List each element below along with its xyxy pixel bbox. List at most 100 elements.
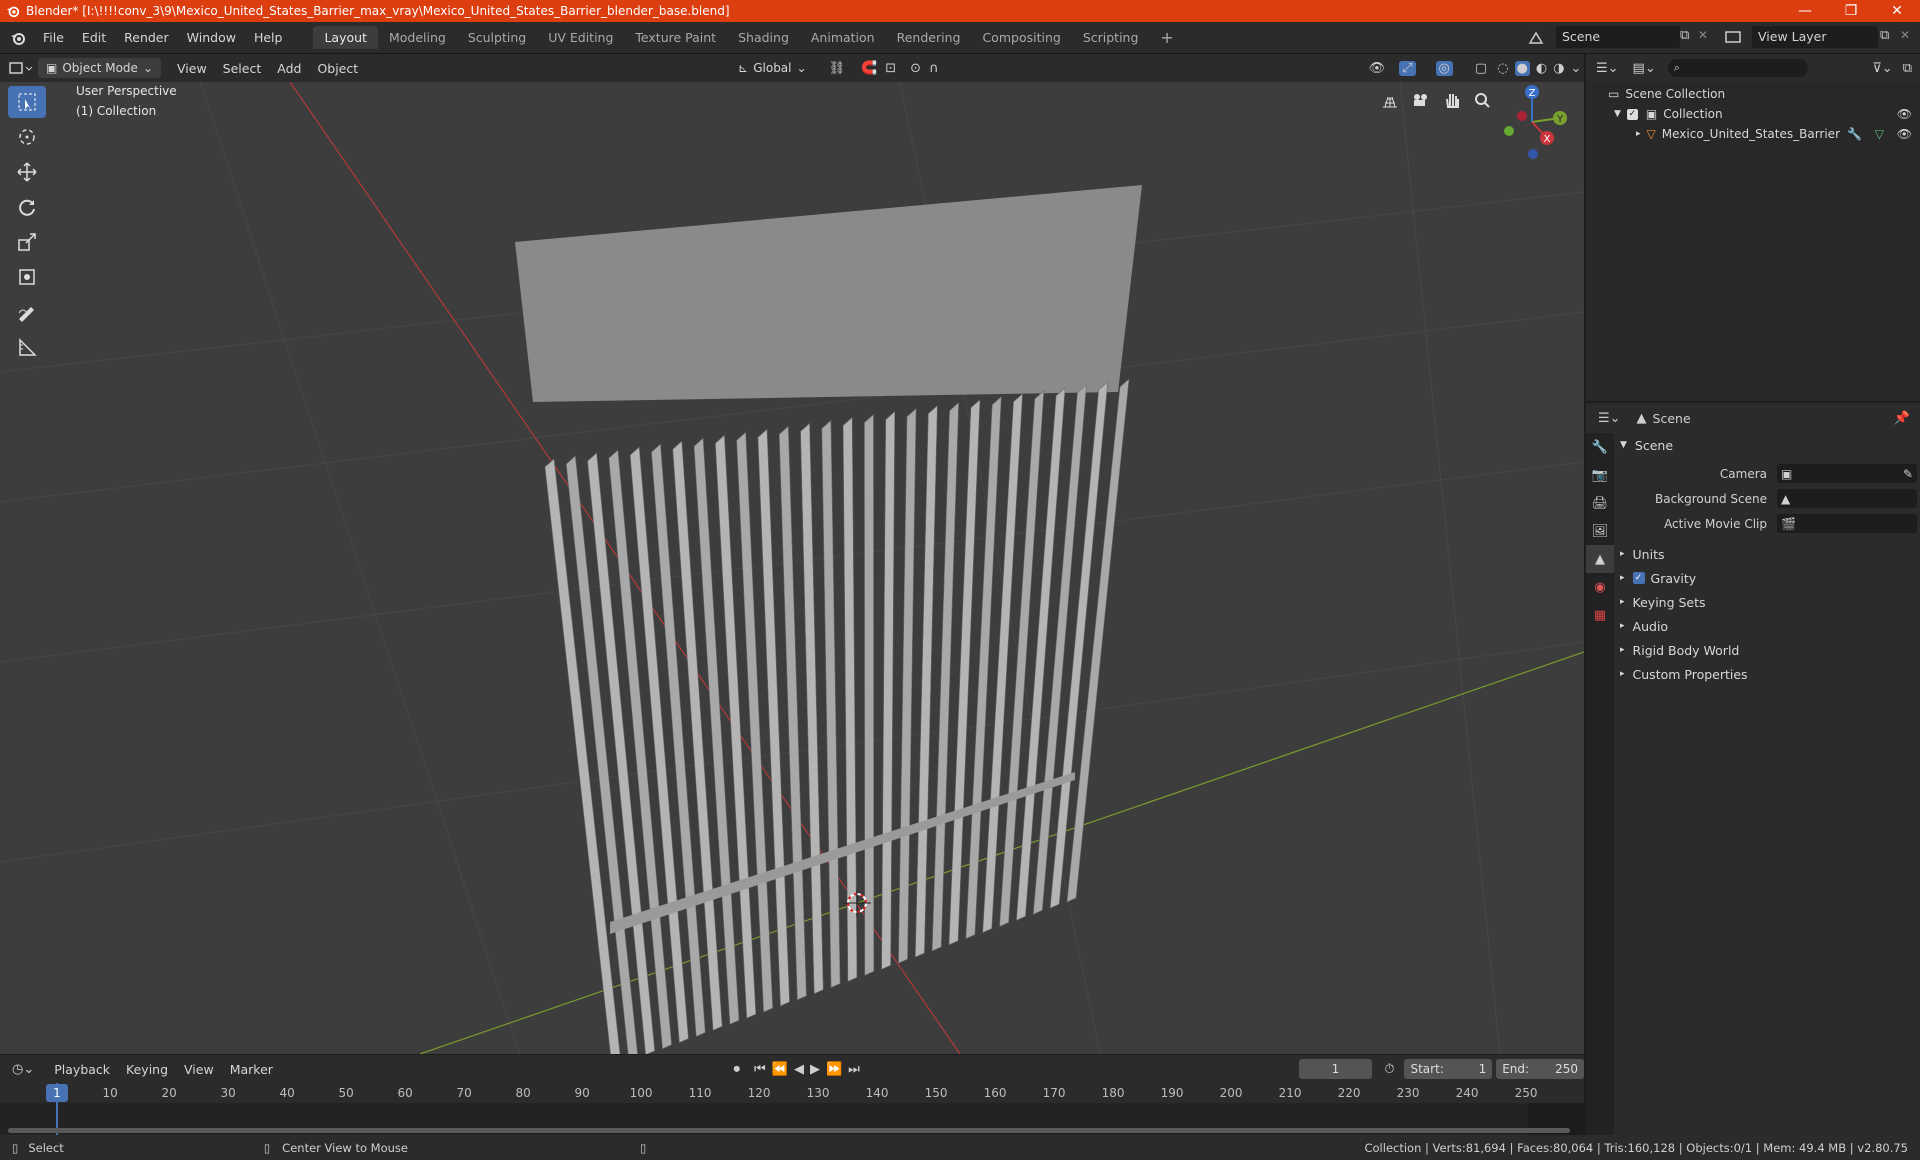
camera-field[interactable]: ▣ ✎ [1777,464,1917,483]
timeline-area[interactable]: 1102030405060708090100110120130140150160… [0,1083,1584,1135]
tool-tab[interactable]: 🔧 [1586,433,1614,461]
tab-layout[interactable]: Layout [313,26,378,49]
toggle-perspective-button[interactable] [1376,86,1404,114]
mode-selector[interactable]: ▣ Object Mode ⌄ [38,58,161,78]
tab-sculpting[interactable]: Sculpting [457,26,537,49]
scene-canvas[interactable] [0,82,1584,1054]
add-workspace-icon[interactable]: + [1149,24,1184,51]
timeline-scrollbar[interactable] [8,1128,1570,1133]
falloff-icon[interactable]: ∩ [929,61,939,76]
barrier-mesh[interactable] [515,185,1142,1054]
eye-icon[interactable]: 👁 [1897,107,1912,121]
playhead-frame-box[interactable]: 1 [46,1084,68,1102]
scene-icon[interactable] [1528,29,1546,45]
menu-timeline-view[interactable]: View [176,1062,222,1077]
rendered-shading-icon[interactable]: ◑ [1553,61,1564,76]
collection-checkbox[interactable]: ✓ [1626,108,1638,120]
outliner-editor-icon[interactable]: ☰⌄ [1596,61,1619,76]
tab-rendering[interactable]: Rendering [886,26,972,49]
menu-add[interactable]: Add [269,61,309,76]
texture-tab[interactable]: ▦ [1586,601,1614,629]
visibility-icon[interactable]: 👁 [1369,61,1386,76]
measure-tool[interactable] [8,331,46,363]
material-shading-icon[interactable]: ◐ [1536,61,1547,76]
scene-tab[interactable]: ▲ [1586,545,1614,573]
snap-icon[interactable]: 🧲 [861,61,877,76]
pan-view-button[interactable] [1438,86,1466,114]
move-tool[interactable] [8,156,46,188]
filter-icon[interactable]: ⊽⌄ [1872,61,1892,76]
modifier-icon[interactable]: 🔧 [1847,127,1862,141]
properties-editor-icon[interactable]: ☰⌄ [1598,411,1621,426]
menu-object[interactable]: Object [309,61,366,76]
pivot-icon[interactable]: ⛓ [829,61,846,76]
start-frame-field[interactable]: Start: 1 [1404,1059,1493,1079]
tab-scripting[interactable]: Scripting [1072,26,1150,49]
xray-icon[interactable]: ▢ [1475,61,1487,76]
world-tab[interactable]: ◉ [1586,573,1614,601]
display-mode-icon[interactable]: ▤⌄ [1633,61,1656,76]
record-icon[interactable]: ⏺ [734,1062,741,1077]
solid-shading-icon[interactable]: ● [1514,60,1530,76]
outliner-search-input[interactable]: ⌕ [1667,59,1808,77]
keying-sets-section-header[interactable]: ▸ Keying Sets [1614,590,1920,614]
timeline-editor-icon[interactable]: ◷⌄ [12,1062,34,1077]
gravity-section-header[interactable]: ▸ ✓ Gravity [1614,566,1920,590]
tab-uv-editing[interactable]: UV Editing [537,26,624,49]
output-tab[interactable]: 🖨 [1586,489,1614,517]
new-scene-icon[interactable]: ⧉ [1680,28,1689,43]
view-layer-icon[interactable] [1724,29,1742,45]
play-icon[interactable]: ▶ [810,1062,820,1077]
background-scene-field[interactable]: ▲ [1777,489,1917,508]
menu-window[interactable]: Window [178,30,245,45]
minimize-button[interactable]: — [1782,0,1828,22]
play-reverse-icon[interactable]: ◀ [794,1062,804,1077]
scene-section-header[interactable]: ▼ Scene [1614,433,1920,457]
new-collection-icon[interactable]: ⧉ [1903,61,1912,76]
transform-tool[interactable] [8,261,46,293]
select-box-tool[interactable] [8,86,46,118]
remove-scene-icon[interactable]: ✕ [1698,28,1708,42]
overlay-toggle-icon[interactable]: ◎ [1435,60,1453,76]
stopwatch-icon[interactable]: ⏱ [1384,1062,1394,1077]
annotate-tool[interactable] [8,296,46,328]
pin-icon[interactable]: 📌 [1894,411,1910,426]
menu-file[interactable]: File [34,30,73,45]
close-button[interactable]: ✕ [1874,0,1920,22]
menu-keying[interactable]: Keying [118,1062,176,1077]
view-layer-selector[interactable]: View Layer [1752,26,1878,48]
frame-ruler[interactable]: 1102030405060708090100110120130140150160… [0,1083,1584,1103]
remove-view-layer-icon[interactable]: ✕ [1900,28,1910,42]
3d-viewport[interactable]: User Perspective (1) Collection Z Y X [0,82,1584,1054]
outliner-row-collection[interactable]: ▼ ✓ ▣ Collection 👁 [1586,104,1920,124]
rigid-body-world-section-header[interactable]: ▸ Rigid Body World [1614,638,1920,662]
jump-end-icon[interactable]: ⏭ [848,1062,860,1077]
eyedropper-icon[interactable]: ✎ [1903,467,1913,481]
menu-view[interactable]: View [169,61,215,76]
menu-help[interactable]: Help [245,30,292,45]
tab-texture-paint[interactable]: Texture Paint [624,26,727,49]
menu-marker[interactable]: Marker [222,1062,281,1077]
tab-animation[interactable]: Animation [800,26,886,49]
proportional-edit-icon[interactable]: ⊙ [910,61,921,76]
shading-options-icon[interactable]: ⌄ [1571,61,1582,76]
mesh-data-icon[interactable]: ▽ [1875,127,1884,141]
view-layer-tab[interactable]: 🖼 [1586,517,1614,545]
gizmo-toggle-icon[interactable]: ⤢ [1399,60,1416,76]
camera-view-button[interactable] [1406,86,1434,114]
tab-compositing[interactable]: Compositing [971,26,1071,49]
menu-playback[interactable]: Playback [46,1062,118,1077]
active-movie-clip-field[interactable]: 🎬 [1777,514,1917,533]
snap-target-icon[interactable]: ⊡ [885,61,896,76]
navigation-gizmo[interactable]: Z Y X [1492,82,1572,162]
custom-properties-section-header[interactable]: ▸ Custom Properties [1614,662,1920,686]
gravity-checkbox[interactable]: ✓ [1632,572,1645,584]
expand-arrow-icon[interactable]: ▸ [1636,129,1641,139]
expand-arrow-icon[interactable]: ▼ [1614,109,1621,119]
rotate-tool[interactable] [8,191,46,223]
menu-select[interactable]: Select [215,61,270,76]
transform-orientation-selector[interactable]: ⊾ Global ⌄ [730,58,814,78]
cursor-tool[interactable] [8,121,46,153]
next-keyframe-icon[interactable]: ⏩ [826,1062,842,1077]
new-view-layer-icon[interactable]: ⧉ [1880,28,1889,43]
